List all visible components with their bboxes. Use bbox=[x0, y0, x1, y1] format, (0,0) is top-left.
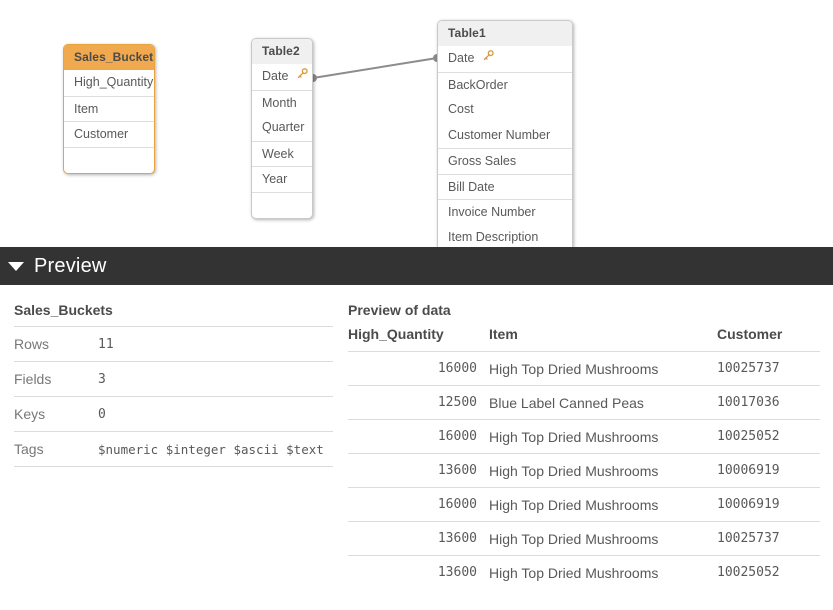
key-icon bbox=[483, 45, 494, 71]
model-field-label: Cost bbox=[448, 102, 474, 116]
table-info-title: Sales_Buckets bbox=[14, 302, 333, 326]
model-field-label: Item Description bbox=[448, 230, 538, 244]
model-table-table2[interactable]: Table2 Date Month Quarter Week Year bbox=[251, 38, 313, 219]
table-info-row-keys: Keys 0 bbox=[14, 396, 333, 431]
column-header-high-quantity[interactable]: High_Quantity bbox=[348, 326, 489, 352]
model-table-header: Table1 bbox=[438, 21, 572, 46]
cell-customer: 10025737 bbox=[717, 522, 820, 556]
model-field-high-quantity[interactable]: High_Quantity bbox=[64, 70, 154, 96]
key-icon bbox=[297, 63, 308, 89]
model-field-backorder[interactable]: BackOrder bbox=[438, 72, 572, 98]
data-preview-panel: Preview of data High_Quantity Item Custo… bbox=[348, 302, 820, 590]
model-field-label: Quarter bbox=[262, 120, 304, 134]
model-table-footer bbox=[64, 147, 154, 173]
model-table-table1[interactable]: Table1 Date BackOrder Cost Customer Numb… bbox=[437, 20, 573, 247]
table-info-panel: Sales_Buckets Rows 11 Fields 3 Keys 0 Ta… bbox=[14, 302, 333, 467]
model-field-date[interactable]: Date bbox=[252, 64, 312, 90]
model-field-month[interactable]: Month bbox=[252, 90, 312, 116]
table-info-value: $numeric $integer $ascii $text bbox=[98, 442, 324, 457]
table-header-row: High_Quantity Item Customer bbox=[348, 326, 820, 352]
cell-customer: 10017036 bbox=[717, 386, 820, 420]
model-field-bill-date[interactable]: Bill Date bbox=[438, 174, 572, 200]
model-field-label: Item bbox=[74, 102, 98, 116]
column-header-item[interactable]: Item bbox=[489, 326, 717, 352]
data-model-canvas[interactable]: Sales_Buckets High_Quantity Item Custome… bbox=[0, 0, 833, 247]
cell-item: High Top Dried Mushrooms bbox=[489, 352, 717, 386]
cell-high-quantity: 13600 bbox=[348, 454, 489, 488]
cell-customer: 10006919 bbox=[717, 488, 820, 522]
preview-title: Preview bbox=[34, 255, 107, 278]
model-field-label: Bill Date bbox=[448, 180, 495, 194]
model-field-label: Date bbox=[448, 51, 474, 65]
model-field-item[interactable]: Item bbox=[64, 96, 154, 122]
model-field-label: Week bbox=[262, 147, 294, 161]
model-field-cost[interactable]: Cost bbox=[438, 97, 572, 123]
cell-customer: 10025737 bbox=[717, 352, 820, 386]
table-info-row-rows: Rows 11 bbox=[14, 326, 333, 361]
table-info-label: Tags bbox=[14, 441, 98, 457]
table-info-value: 0 bbox=[98, 407, 106, 422]
model-field-label: Date bbox=[262, 69, 288, 83]
table-info-row-tags: Tags $numeric $integer $ascii $text bbox=[14, 431, 333, 467]
cell-high-quantity: 13600 bbox=[348, 522, 489, 556]
table-row[interactable]: 13600 High Top Dried Mushrooms 10006919 bbox=[348, 454, 820, 488]
model-field-date[interactable]: Date bbox=[438, 46, 572, 72]
cell-high-quantity: 16000 bbox=[348, 352, 489, 386]
table-info-row-fields: Fields 3 bbox=[14, 361, 333, 396]
preview-section-header[interactable]: Preview bbox=[0, 247, 833, 285]
cell-item: High Top Dried Mushrooms bbox=[489, 488, 717, 522]
table-row[interactable]: 16000 High Top Dried Mushrooms 10006919 bbox=[348, 488, 820, 522]
model-field-item-description[interactable]: Item Description bbox=[438, 225, 572, 248]
model-table-header: Table2 bbox=[252, 39, 312, 64]
cell-item: Blue Label Canned Peas bbox=[489, 386, 717, 420]
model-field-label: Invoice Number bbox=[448, 205, 536, 219]
model-table-header: Sales_Buckets bbox=[64, 45, 154, 70]
data-preview-table: High_Quantity Item Customer 16000 High T… bbox=[348, 326, 820, 590]
model-field-label: Gross Sales bbox=[448, 154, 516, 168]
model-field-label: Customer bbox=[74, 127, 128, 141]
table-info-label: Fields bbox=[14, 371, 98, 387]
preview-pane: Sales_Buckets Rows 11 Fields 3 Keys 0 Ta… bbox=[0, 285, 833, 610]
table-row[interactable]: 13600 High Top Dried Mushrooms 10025052 bbox=[348, 556, 820, 590]
model-table-footer bbox=[252, 192, 312, 218]
table-info-label: Rows bbox=[14, 336, 98, 352]
model-field-customer[interactable]: Customer bbox=[64, 121, 154, 147]
cell-high-quantity: 12500 bbox=[348, 386, 489, 420]
cell-item: High Top Dried Mushrooms bbox=[489, 522, 717, 556]
table-row[interactable]: 13600 High Top Dried Mushrooms 10025737 bbox=[348, 522, 820, 556]
model-field-week[interactable]: Week bbox=[252, 141, 312, 167]
association-link[interactable] bbox=[300, 40, 450, 90]
cell-customer: 10006919 bbox=[717, 454, 820, 488]
model-table-sales-buckets[interactable]: Sales_Buckets High_Quantity Item Custome… bbox=[63, 44, 155, 174]
model-field-quarter[interactable]: Quarter bbox=[252, 115, 312, 141]
model-field-customer-number[interactable]: Customer Number bbox=[438, 123, 572, 149]
table-info-value: 3 bbox=[98, 372, 106, 387]
caret-down-icon[interactable] bbox=[8, 262, 24, 271]
cell-customer: 10025052 bbox=[717, 556, 820, 590]
model-field-year[interactable]: Year bbox=[252, 166, 312, 192]
cell-customer: 10025052 bbox=[717, 420, 820, 454]
model-field-label: Customer Number bbox=[448, 128, 550, 142]
model-field-invoice-number[interactable]: Invoice Number bbox=[438, 199, 572, 225]
model-field-label: High_Quantity bbox=[74, 75, 153, 89]
data-preview-title: Preview of data bbox=[348, 302, 820, 326]
table-row[interactable]: 16000 High Top Dried Mushrooms 10025737 bbox=[348, 352, 820, 386]
table-row[interactable]: 12500 Blue Label Canned Peas 10017036 bbox=[348, 386, 820, 420]
model-field-label: Month bbox=[262, 96, 297, 110]
table-info-value: 11 bbox=[98, 337, 114, 352]
cell-item: High Top Dried Mushrooms bbox=[489, 454, 717, 488]
cell-item: High Top Dried Mushrooms bbox=[489, 420, 717, 454]
cell-high-quantity: 16000 bbox=[348, 420, 489, 454]
cell-high-quantity: 16000 bbox=[348, 488, 489, 522]
table-row[interactable]: 16000 High Top Dried Mushrooms 10025052 bbox=[348, 420, 820, 454]
model-field-label: Year bbox=[262, 172, 287, 186]
cell-item: High Top Dried Mushrooms bbox=[489, 556, 717, 590]
model-field-gross-sales[interactable]: Gross Sales bbox=[438, 148, 572, 174]
column-header-customer[interactable]: Customer bbox=[717, 326, 820, 352]
table-info-label: Keys bbox=[14, 406, 98, 422]
cell-high-quantity: 13600 bbox=[348, 556, 489, 590]
model-field-label: BackOrder bbox=[448, 78, 508, 92]
